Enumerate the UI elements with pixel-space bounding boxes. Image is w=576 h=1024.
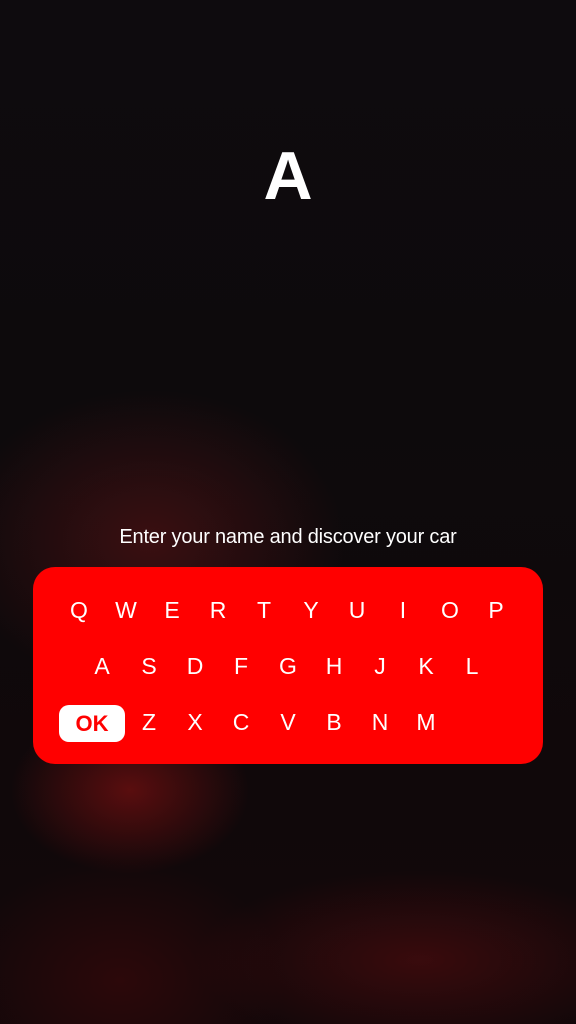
screen: A Enter your name and discover your car … xyxy=(0,0,576,1024)
key-k[interactable]: K xyxy=(406,646,446,686)
key-j[interactable]: J xyxy=(360,646,400,686)
key-s[interactable]: S xyxy=(129,646,169,686)
key-x[interactable]: X xyxy=(175,702,215,742)
key-i[interactable]: I xyxy=(383,590,423,630)
key-c[interactable]: C xyxy=(221,702,261,742)
key-e[interactable]: E xyxy=(152,590,192,630)
entered-name-display: A xyxy=(263,138,313,214)
key-u[interactable]: U xyxy=(337,590,377,630)
key-f[interactable]: F xyxy=(221,646,261,686)
key-t[interactable]: T xyxy=(244,590,284,630)
key-m[interactable]: M xyxy=(406,702,446,742)
key-v[interactable]: V xyxy=(268,702,308,742)
key-w[interactable]: W xyxy=(106,590,146,630)
instruction-text: Enter your name and discover your car xyxy=(119,526,457,548)
key-b[interactable]: B xyxy=(314,702,354,742)
key-q[interactable]: Q xyxy=(59,590,99,630)
key-p[interactable]: P xyxy=(476,590,516,630)
key-n[interactable]: N xyxy=(360,702,400,742)
ok-button[interactable]: OK xyxy=(59,705,125,742)
key-a[interactable]: A xyxy=(82,646,122,686)
key-g[interactable]: G xyxy=(268,646,308,686)
key-y[interactable]: Y xyxy=(291,590,331,630)
key-o[interactable]: O xyxy=(430,590,470,630)
key-z[interactable]: Z xyxy=(129,702,169,742)
key-d[interactable]: D xyxy=(175,646,215,686)
key-l[interactable]: L xyxy=(452,646,492,686)
letter-keyboard: Q W E R T Y U I O P A S D F G H J K L OK… xyxy=(33,567,543,764)
key-h[interactable]: H xyxy=(314,646,354,686)
key-r[interactable]: R xyxy=(198,590,238,630)
